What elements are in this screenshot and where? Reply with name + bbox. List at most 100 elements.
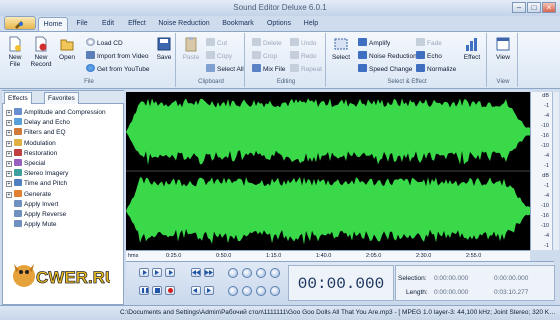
tab-help[interactable]: Help: [298, 17, 324, 31]
record-button[interactable]: [165, 286, 175, 295]
tree-item[interactable]: Apply Invert: [6, 199, 121, 210]
tree-item[interactable]: + Time and Pitch: [6, 179, 121, 189]
rewind-start-button[interactable]: [191, 268, 201, 277]
expand-icon[interactable]: +: [6, 120, 12, 127]
tree-item-label: Delay and Echo: [24, 119, 70, 127]
tab-effect[interactable]: Effect: [122, 17, 152, 31]
maximize-button[interactable]: □: [527, 2, 541, 13]
expand-icon[interactable]: +: [6, 130, 12, 137]
next-button[interactable]: [204, 286, 214, 295]
expand-icon[interactable]: +: [6, 191, 12, 198]
tab-noise-reduction[interactable]: Noise Reduction: [156, 17, 212, 31]
copy-button[interactable]: Copy: [206, 51, 232, 62]
effect-category-icon: [14, 169, 22, 177]
zoom-reset-icon[interactable]: [270, 286, 280, 296]
close-button[interactable]: ×: [542, 2, 556, 13]
expand-icon[interactable]: +: [6, 181, 12, 188]
repeat-button[interactable]: Repeat: [290, 64, 322, 75]
tree-item[interactable]: + Special: [6, 159, 121, 169]
tab-effects[interactable]: Effects: [4, 92, 32, 104]
play-selection-button[interactable]: [165, 268, 175, 277]
speed-change-button[interactable]: Speed Change: [358, 64, 412, 75]
select-button[interactable]: Select: [330, 34, 352, 76]
expand-icon[interactable]: +: [6, 110, 12, 116]
tree-item[interactable]: + Filters and EQ: [6, 128, 121, 138]
tree-item[interactable]: + Stereo Imagery: [6, 169, 121, 179]
fade-icon: [416, 38, 425, 46]
new-record-button[interactable]: New Record: [28, 34, 54, 76]
speed-change-label: Speed Change: [369, 66, 413, 73]
pause-icon: [146, 288, 148, 293]
open-button[interactable]: Open: [56, 34, 78, 76]
app-window: Sound Editor Deluxe 6.0.1 – □ × Home Fil…: [0, 0, 560, 320]
get-youtube-button[interactable]: Get from YouTube: [86, 64, 150, 75]
view-button[interactable]: View: [491, 34, 515, 76]
file-group-label: File: [84, 79, 94, 85]
tab-home[interactable]: Home: [38, 17, 68, 31]
new-file-button[interactable]: New File: [4, 34, 26, 76]
tab-edit[interactable]: Edit: [96, 17, 120, 31]
zoom-all-icon[interactable]: [242, 286, 252, 296]
undo-button[interactable]: Undo: [290, 38, 317, 49]
fade-button[interactable]: Fade: [416, 38, 442, 49]
waveform-view[interactable]: [126, 92, 530, 250]
expand-icon[interactable]: +: [6, 171, 12, 178]
tab-options[interactable]: Options: [262, 17, 296, 31]
effect-category-icon: [14, 179, 22, 187]
crop-button[interactable]: Crop: [252, 51, 277, 62]
cut-button[interactable]: Cut: [206, 38, 227, 49]
logo-text: CWER.RU: [36, 268, 110, 287]
zoom-in-horizontal-icon[interactable]: [228, 268, 238, 278]
effect-button[interactable]: Effect: [460, 34, 484, 76]
copy-icon: [206, 51, 215, 59]
zoom-fit-icon[interactable]: [256, 286, 266, 296]
zoom-out-horizontal-icon[interactable]: [242, 268, 252, 278]
tree-item[interactable]: + Modulation: [6, 138, 121, 149]
delete-button[interactable]: Delete: [252, 38, 282, 49]
zoom-in-vertical-icon[interactable]: [256, 268, 266, 278]
tree-item[interactable]: + Amplitude and Compression: [6, 108, 121, 118]
zoom-selection-icon[interactable]: [228, 286, 238, 296]
tree-item[interactable]: + Delay and Echo: [6, 118, 121, 128]
select-all-button[interactable]: Select All: [206, 64, 244, 75]
app-menu-button[interactable]: [4, 16, 36, 30]
tree-item[interactable]: + Restoration: [6, 148, 121, 159]
tab-bookmark[interactable]: Bookmark: [216, 17, 260, 31]
vertical-scrollbar[interactable]: [552, 92, 559, 250]
tree-item[interactable]: Apply Reverse: [6, 210, 121, 220]
save-button[interactable]: Save: [154, 34, 174, 76]
forward-end-button[interactable]: [204, 268, 214, 277]
amplify-button[interactable]: Amplify: [358, 38, 390, 49]
next-icon: [207, 288, 211, 293]
delete-icon: [252, 38, 261, 46]
expand-icon[interactable]: +: [6, 140, 12, 147]
ruler-tick-label: 2:55.0: [466, 253, 482, 259]
new-file-icon: [9, 36, 21, 52]
play-button[interactable]: [139, 268, 149, 277]
select-all-icon: [206, 64, 215, 72]
view-group-label: View: [496, 79, 510, 85]
mix-file-button[interactable]: Mix File: [252, 64, 285, 75]
time-ruler[interactable]: hms 0:25.0 0:50.0 1:15.0 1:40.0 2:05.0 2:30.0 2…: [126, 250, 530, 261]
paste-button[interactable]: Paste: [180, 34, 202, 76]
tree-item[interactable]: Apply Mute: [6, 220, 121, 230]
zoom-out-vertical-icon[interactable]: [270, 268, 280, 278]
tab-file[interactable]: File: [70, 17, 94, 31]
prev-button[interactable]: [191, 286, 201, 295]
minimize-button[interactable]: –: [512, 2, 526, 13]
echo-button[interactable]: Echo: [416, 51, 442, 62]
redo-button[interactable]: Redo: [290, 51, 317, 62]
load-cd-button[interactable]: Load CD: [86, 38, 123, 49]
stop-button[interactable]: [152, 286, 162, 295]
expand-icon[interactable]: +: [6, 161, 12, 167]
noise-reduction-button[interactable]: Noise Reduction: [358, 51, 417, 62]
tab-favorites[interactable]: Favorites: [44, 92, 79, 104]
normalize-button[interactable]: Normalize: [416, 64, 456, 75]
pause-button[interactable]: [139, 286, 149, 295]
tree-item[interactable]: + Generate: [6, 189, 121, 200]
play-loop-button[interactable]: [152, 268, 162, 277]
import-video-button[interactable]: Import from Video: [86, 51, 149, 62]
play-icon: [143, 270, 147, 275]
expand-icon[interactable]: +: [6, 150, 12, 157]
echo-label: Echo: [427, 53, 442, 60]
